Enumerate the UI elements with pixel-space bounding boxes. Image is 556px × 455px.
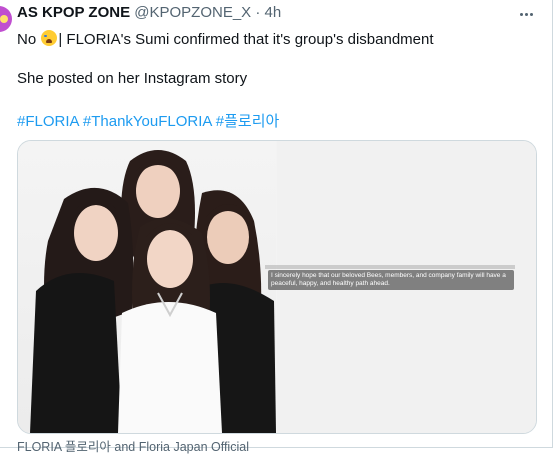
tweet-text-line-1: No | FLORIA's Sumi confirmed that it's g… — [17, 30, 434, 48]
story-progress-bar — [265, 265, 515, 269]
hashtag-thankyoufloria[interactable]: #ThankYouFLORIA — [83, 113, 212, 130]
author-handle[interactable]: @KPOPZONE_X — [134, 4, 251, 21]
media-caption: FLORIA 플로리아 and Floria Japan Official — [17, 440, 249, 454]
hashtag-line: #FLORIA #ThankYouFLORIA #플로리아 — [17, 110, 279, 131]
hashtag-floria[interactable]: #FLORIA — [17, 113, 79, 130]
tweet-text-start: No — [17, 31, 37, 48]
tweet-header: AS KPOP ZONE @KPOPZONE_X · 4h — [17, 4, 281, 21]
tweet-text-line-2: She posted on her Instagram story — [17, 70, 248, 87]
timestamp[interactable]: 4h — [265, 4, 282, 21]
hashtag-floria-korean[interactable]: #플로리아 — [216, 113, 280, 130]
separator: · — [255, 4, 261, 21]
more-options-button[interactable] — [514, 4, 538, 24]
crying-face-emoji-icon — [41, 30, 58, 46]
story-text: I sincerely hope that our beloved Bees, … — [268, 270, 514, 290]
author-name[interactable]: AS KPOP ZONE — [17, 4, 130, 21]
more-horizontal-icon — [519, 12, 523, 16]
group-photo[interactable] — [18, 141, 276, 433]
tweet-text-rest: | FLORIA's Sumi confirmed that it's grou… — [58, 31, 434, 48]
